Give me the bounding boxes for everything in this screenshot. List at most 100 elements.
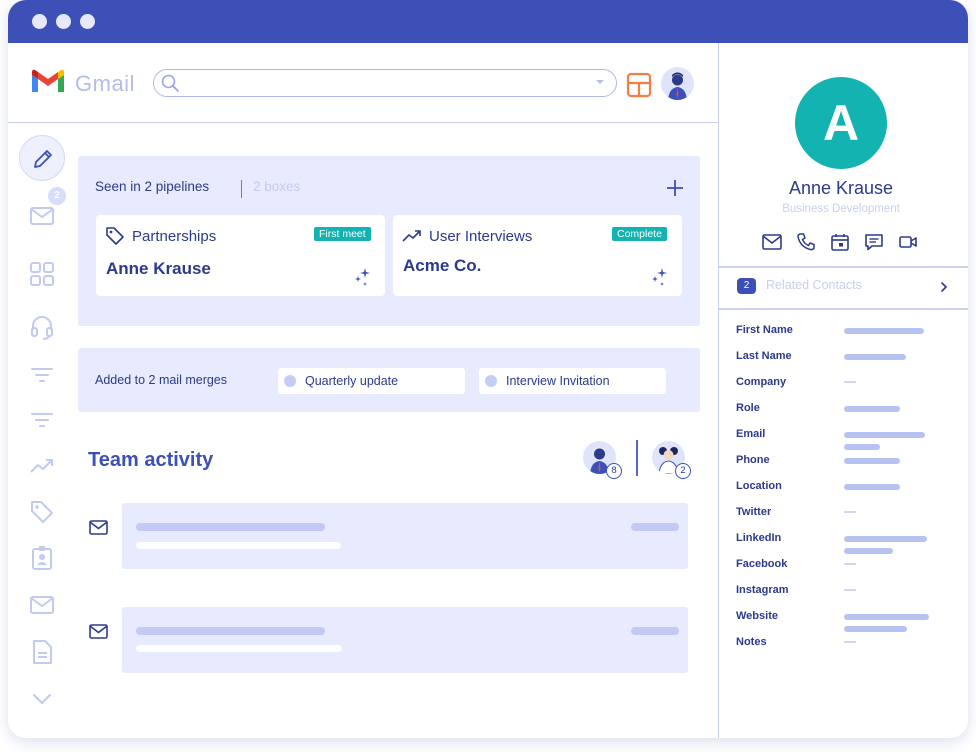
person-icon bbox=[668, 72, 687, 100]
add-icon[interactable] bbox=[665, 178, 685, 198]
mail-merges-panel: Added to 2 mail merges Quarterly update … bbox=[78, 348, 700, 412]
pipeline-name: Partnerships bbox=[132, 228, 217, 245]
mail-merge-chip[interactable]: Interview Invitation bbox=[479, 368, 666, 394]
video-icon[interactable] bbox=[898, 233, 918, 251]
field-value-placeholder[interactable] bbox=[844, 406, 900, 412]
contact-avatar: A bbox=[795, 77, 887, 169]
field-label-linkedin: LinkedIn bbox=[736, 532, 782, 544]
trending-icon[interactable] bbox=[28, 452, 56, 480]
filter-icon[interactable] bbox=[28, 361, 56, 389]
field-label-twitter: Twitter bbox=[736, 506, 772, 518]
field-label-last-name: Last Name bbox=[736, 350, 792, 362]
sparkle-icon bbox=[652, 268, 667, 286]
box-name: Acme Co. bbox=[403, 256, 482, 275]
mail-icon bbox=[89, 520, 108, 535]
activity-item[interactable] bbox=[122, 503, 688, 569]
stage-badge: Complete bbox=[612, 227, 667, 241]
field-empty-dash[interactable] bbox=[844, 641, 856, 643]
mail-count-badge: 2 bbox=[48, 187, 66, 205]
field-value-placeholder[interactable] bbox=[844, 432, 925, 438]
field-value-placeholder[interactable] bbox=[844, 354, 906, 360]
status-dot bbox=[485, 375, 497, 387]
divider bbox=[719, 266, 968, 268]
mail-merge-name: Quarterly update bbox=[305, 374, 399, 388]
field-value-placeholder[interactable] bbox=[844, 458, 900, 464]
chevron-right-icon[interactable] bbox=[939, 281, 949, 293]
contact-name: Anne Krause bbox=[788, 178, 894, 198]
field-label-facebook: Facebook bbox=[736, 558, 788, 570]
contact-role: Business Development bbox=[782, 203, 900, 215]
skeleton-line bbox=[136, 542, 341, 549]
skeleton-line bbox=[631, 627, 679, 635]
box-name: Anne Krause bbox=[106, 259, 211, 278]
gmail-top-bar: Gmail bbox=[8, 43, 718, 123]
mail-merge-name: Interview Invitation bbox=[506, 374, 610, 388]
field-label-first-name: First Name bbox=[736, 324, 793, 336]
field-value-placeholder[interactable] bbox=[844, 536, 927, 542]
contact-card-icon[interactable] bbox=[28, 544, 56, 572]
divider bbox=[241, 180, 242, 198]
gmail-logo-icon[interactable] bbox=[30, 67, 66, 95]
field-value-placeholder[interactable] bbox=[844, 328, 924, 334]
trending-icon bbox=[402, 230, 421, 242]
search-input[interactable] bbox=[153, 69, 617, 97]
window-minimize-dot[interactable] bbox=[56, 14, 71, 29]
field-value-placeholder[interactable] bbox=[844, 626, 907, 632]
mail-icon[interactable] bbox=[28, 201, 56, 229]
tag-icon bbox=[106, 227, 124, 245]
field-label-email: Email bbox=[736, 428, 766, 440]
compose-button[interactable] bbox=[19, 135, 65, 181]
field-label-website: Website bbox=[736, 610, 778, 622]
phone-icon[interactable] bbox=[796, 233, 816, 251]
chat-icon[interactable] bbox=[864, 233, 884, 251]
field-label-location: Location bbox=[736, 480, 782, 492]
left-rail: 2 bbox=[8, 123, 76, 738]
mail-icon[interactable] bbox=[762, 233, 782, 251]
mail-merge-chip[interactable]: Quarterly update bbox=[278, 368, 465, 394]
pipeline-card-user-interviews[interactable]: User Interviews Complete Acme Co. bbox=[393, 215, 682, 296]
related-contacts-label: Related Contacts bbox=[766, 278, 862, 292]
field-value-placeholder[interactable] bbox=[844, 484, 900, 490]
skeleton-line bbox=[631, 523, 679, 531]
calendar-icon[interactable] bbox=[830, 233, 850, 251]
field-label-role: Role bbox=[736, 402, 760, 414]
dropdown-caret-icon[interactable] bbox=[594, 76, 606, 88]
divider bbox=[636, 440, 638, 476]
field-value-placeholder[interactable] bbox=[844, 444, 880, 450]
user-avatar[interactable] bbox=[661, 67, 694, 100]
chevron-down-icon[interactable] bbox=[28, 685, 56, 713]
team-activity-title: Team activity bbox=[88, 449, 214, 471]
field-empty-dash[interactable] bbox=[844, 381, 856, 383]
layout-icon[interactable] bbox=[626, 72, 652, 98]
related-count-badge: 2 bbox=[737, 278, 756, 294]
activity-count-badge: 8 bbox=[606, 463, 622, 479]
field-label-company: Company bbox=[736, 376, 787, 388]
window-close-dot[interactable] bbox=[32, 14, 47, 29]
pipeline-card-partnerships[interactable]: Partnerships First meet Anne Krause bbox=[96, 215, 385, 296]
sparkle-icon bbox=[355, 268, 370, 286]
document-icon[interactable] bbox=[28, 638, 56, 666]
field-empty-dash[interactable] bbox=[844, 589, 856, 591]
filter-icon[interactable] bbox=[28, 406, 56, 434]
window-maximize-dot[interactable] bbox=[80, 14, 95, 29]
stage-badge: First meet bbox=[314, 227, 371, 241]
mail-icon bbox=[89, 624, 108, 639]
field-empty-dash[interactable] bbox=[844, 511, 856, 513]
gmail-wordmark: Gmail bbox=[75, 71, 135, 96]
headset-icon[interactable] bbox=[28, 313, 56, 341]
field-label-instagram: Instagram bbox=[736, 584, 789, 596]
boxes-count: 2 boxes bbox=[253, 179, 301, 194]
field-value-placeholder[interactable] bbox=[844, 614, 929, 620]
skeleton-line bbox=[136, 523, 325, 531]
mail-icon[interactable] bbox=[28, 591, 56, 619]
pipelines-panel: Seen in 2 pipelines 2 boxes Partnerships… bbox=[78, 156, 700, 326]
field-value-placeholder[interactable] bbox=[844, 548, 893, 554]
search-icon bbox=[161, 74, 179, 92]
field-empty-dash[interactable] bbox=[844, 563, 856, 565]
pipeline-name: User Interviews bbox=[429, 228, 533, 245]
activity-item[interactable] bbox=[122, 607, 688, 673]
status-dot bbox=[284, 375, 296, 387]
grid-icon[interactable] bbox=[28, 260, 56, 288]
mail-merges-title: Added to 2 mail merges bbox=[95, 373, 228, 387]
tag-icon[interactable] bbox=[28, 498, 56, 526]
